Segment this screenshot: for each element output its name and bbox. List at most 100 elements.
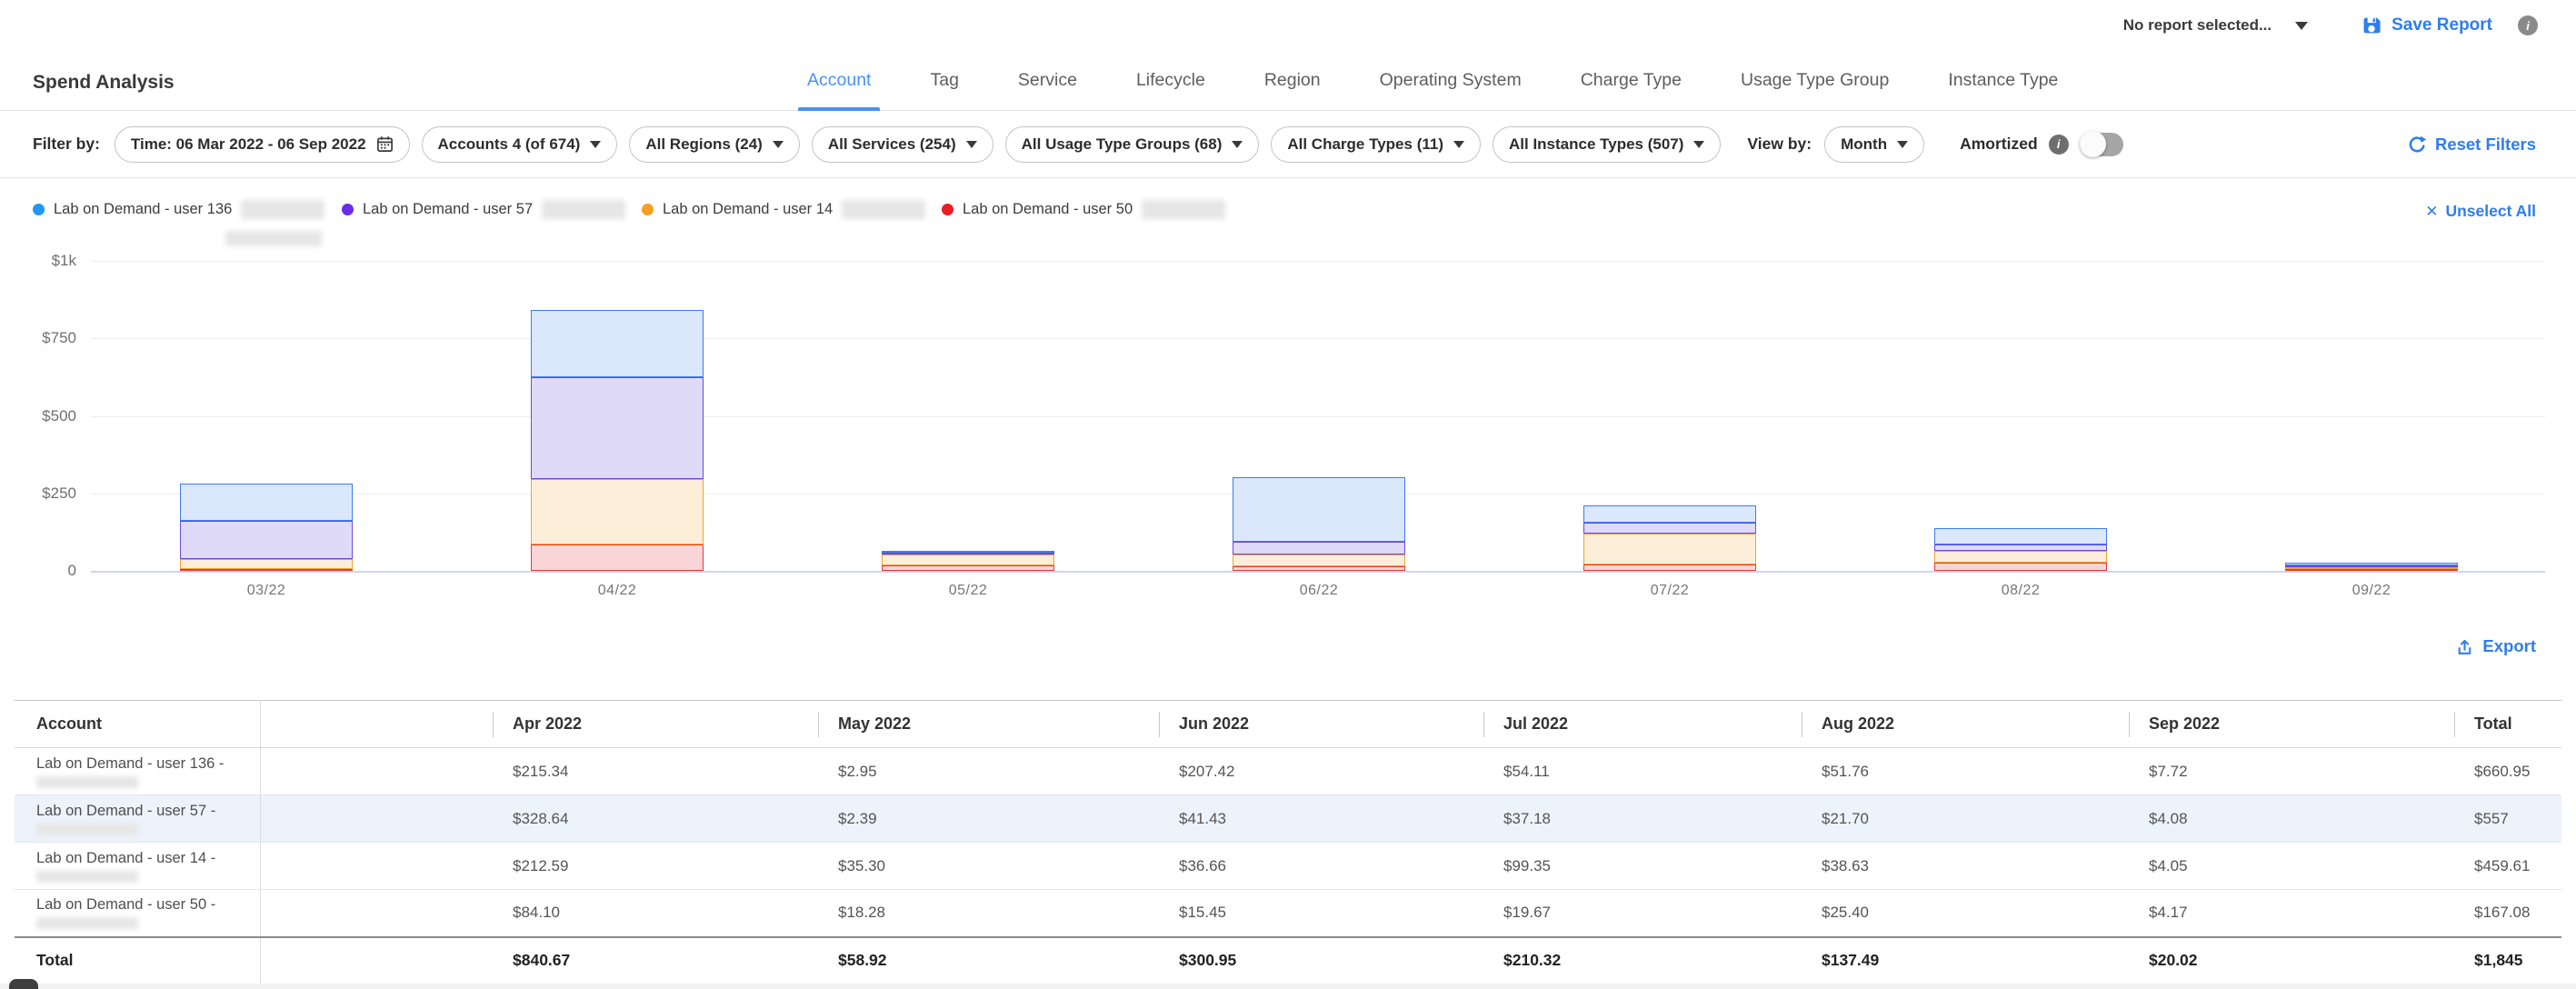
value-cell: $4.08 (2129, 795, 2454, 843)
value-cell: $660.95 (2454, 748, 2561, 795)
refresh-icon (2407, 135, 2427, 155)
tab-lifecycle[interactable]: Lifecycle (1136, 51, 1205, 110)
legend-dot-icon (33, 204, 45, 215)
bar-04-22 (531, 310, 704, 571)
legend-item-lab-on-demand-user-57[interactable]: Lab on Demand - user 57 (342, 200, 625, 219)
legend-label: Lab on Demand - user 50 (963, 201, 1133, 218)
filter-pill-all-charge-types-11[interactable]: All Charge Types (11) (1271, 126, 1481, 163)
filter-by-label: Filter by: (33, 135, 100, 154)
bar-segment-lab-on-demand-user-50 (1233, 566, 1405, 571)
column-header-account: Account (15, 701, 260, 748)
table-row-lab-on-demand-user-14: Lab on Demand - user 14 -$212.59$35.30$3… (15, 843, 2561, 890)
filter-pill-accounts-4-of-674[interactable]: Accounts 4 (of 674) (422, 126, 618, 163)
spend-chart: $1k$750$500$250003/2204/2205/2206/2207/2… (0, 255, 2576, 618)
amortized-toggle[interactable] (2080, 133, 2123, 156)
bar-segment-lab-on-demand-user-57 (1934, 544, 2107, 551)
bar-segment-lab-on-demand-user-14 (180, 559, 353, 569)
bar-segment-lab-on-demand-user-50 (1934, 563, 2107, 571)
export-button[interactable]: Export (2455, 636, 2536, 656)
table-total-row: Total$840.67$58.92$300.95$210.32$137.49$… (15, 937, 2561, 984)
filter-pill-all-regions-24[interactable]: All Regions (24) (629, 126, 799, 163)
x-axis-tick-label: 03/22 (216, 583, 316, 599)
value-cell: $21.70 (1802, 795, 2129, 843)
tab-region[interactable]: Region (1264, 51, 1321, 110)
filter-pill-label: All Services (254) (828, 135, 956, 154)
y-axis-tick-label: $1k (0, 252, 76, 270)
value-cell: $15.45 (1159, 890, 1483, 937)
bar-segment-lab-on-demand-user-136 (1583, 505, 1756, 522)
unselect-all-button[interactable]: ✕ Unselect All (2425, 202, 2536, 221)
dimension-tabs: Account Tag Service Lifecycle Region Operatin… (807, 51, 2058, 110)
value-cell: $207.42 (1159, 748, 1483, 795)
legend-item-lab-on-demand-user-50[interactable]: Lab on Demand - user 50 (942, 200, 1225, 219)
report-selector-dropdown[interactable]: No report selected... (2123, 16, 2308, 35)
account-name: Lab on Demand - user 14 - (36, 850, 260, 867)
close-icon: ✕ (2425, 203, 2438, 221)
bar-segment-lab-on-demand-user-50 (882, 565, 1054, 571)
filter-pill-label: All Charge Types (11) (1287, 135, 1443, 154)
tab-instance-type[interactable]: Instance Type (1948, 51, 2058, 110)
filter-pill-time[interactable]: Time: 06 Mar 2022 - 06 Sep 2022 (115, 126, 410, 163)
bar-segment-lab-on-demand-user-14 (1233, 554, 1405, 566)
value-cell: $99.35 (1483, 843, 1802, 890)
filter-pill-label: All Instance Types (507) (1509, 135, 1683, 154)
chat-launcher[interactable] (9, 979, 38, 989)
value-cell: $557 (2454, 795, 2561, 843)
view-by-value: Month (1841, 135, 1887, 154)
chevron-down-icon (1232, 141, 1243, 148)
bar-segment-lab-on-demand-user-14 (531, 479, 704, 544)
bar-segment-lab-on-demand-user-136 (1233, 477, 1405, 542)
x-axis-tick-label: 06/22 (1269, 583, 1369, 599)
tab-operating-system[interactable]: Operating System (1380, 51, 1522, 110)
value-cell: $51.76 (1802, 748, 2129, 795)
spacer-cell (260, 843, 493, 890)
column-header-may-2022: May 2022 (818, 701, 1159, 748)
filter-pill-all-instance-types-507[interactable]: All Instance Types (507) (1493, 126, 1721, 163)
filter-pill-all-services-254[interactable]: All Services (254) (812, 126, 993, 163)
value-cell: $36.66 (1159, 843, 1483, 890)
x-axis-tick-label: 09/22 (2321, 583, 2421, 599)
filter-pill-label: All Regions (24) (645, 135, 762, 154)
tab-tag[interactable]: Tag (930, 51, 958, 110)
bar-07-22 (1583, 505, 1756, 571)
gridline (91, 571, 2545, 573)
bar-segment-lab-on-demand-user-57 (180, 521, 353, 558)
save-info-icon[interactable]: i (2518, 15, 2538, 35)
bar-segment-lab-on-demand-user-14 (1934, 551, 2107, 563)
spacer-column (260, 701, 493, 748)
filter-bar: Filter by: Time: 06 Mar 2022 - 06 Sep 20… (0, 111, 2576, 178)
legend-item-lab-on-demand-user-14[interactable]: Lab on Demand - user 14 (642, 200, 925, 219)
bar-03-22 (180, 484, 353, 571)
bar-segment-lab-on-demand-user-57 (1583, 523, 1756, 534)
filter-pill-all-usage-type-groups-68[interactable]: All Usage Type Groups (68) (1005, 126, 1260, 163)
bar-segment-lab-on-demand-user-50 (2285, 569, 2458, 571)
value-cell: $25.40 (1802, 890, 2129, 937)
bar-segment-lab-on-demand-user-50 (180, 569, 353, 571)
spend-table: AccountApr 2022May 2022Jun 2022Jul 2022A… (15, 700, 2561, 984)
tab-charge-type[interactable]: Charge Type (1581, 51, 1682, 110)
legend-dot-icon (642, 204, 654, 215)
column-header-apr-2022: Apr 2022 (493, 701, 818, 748)
amortized-info-icon[interactable]: i (2049, 135, 2069, 155)
value-cell: $167.08 (2454, 890, 2561, 937)
tab-service[interactable]: Service (1018, 51, 1077, 110)
legend-dot-icon (942, 204, 954, 215)
save-report-button[interactable]: Save Report (2361, 15, 2492, 36)
tab-account[interactable]: Account (807, 51, 871, 110)
filter-pills: Time: 06 Mar 2022 - 06 Sep 2022 Accounts … (115, 126, 1733, 163)
account-name: Lab on Demand - user 136 - (36, 755, 260, 773)
y-axis-tick-label: 0 (0, 562, 76, 580)
unselect-all-label: Unselect All (2445, 202, 2536, 221)
chevron-down-icon (1693, 141, 1704, 148)
bar-09-22 (2285, 563, 2458, 571)
tab-usage-type-group[interactable]: Usage Type Group (1741, 51, 1889, 110)
view-by-dropdown[interactable]: Month (1824, 126, 1924, 163)
legend-item-lab-on-demand-user-136[interactable]: Lab on Demand - user 136 (33, 200, 324, 219)
reset-filters-button[interactable]: Reset Filters (2407, 135, 2536, 155)
column-header-sep-2022: Sep 2022 (2129, 701, 2454, 748)
total-value-cell: $210.32 (1483, 937, 1802, 984)
table-header-row: AccountApr 2022May 2022Jun 2022Jul 2022A… (15, 701, 2561, 748)
y-axis-tick-label: $500 (0, 407, 76, 425)
spend-table-wrap: AccountApr 2022May 2022Jun 2022Jul 2022A… (15, 700, 2561, 984)
legend-label: Lab on Demand - user 57 (363, 201, 533, 218)
